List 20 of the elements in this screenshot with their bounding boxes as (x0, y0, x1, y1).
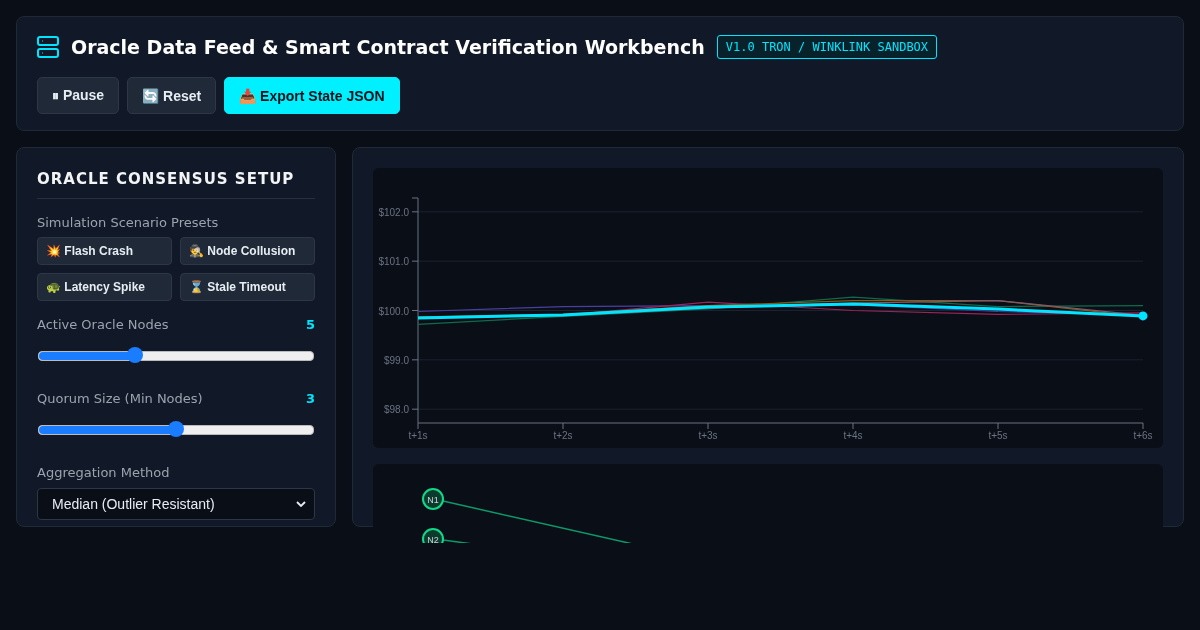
field-label: Aggregation Method (37, 465, 171, 480)
axis-label: t+6s (1133, 430, 1153, 441)
axis-label: $99.0 (383, 354, 409, 366)
axis-label: t+3s (698, 430, 718, 441)
app-title: Oracle Data Feed & Smart Contract Verification Workbench (71, 36, 705, 58)
axis-label: t+4s (843, 430, 863, 441)
axis-label: $102.0 (378, 206, 409, 218)
axis-label: t+2s (553, 430, 573, 441)
axis-label: t+1s (408, 430, 428, 441)
version-badge: V1.0 TRON / WINKLINK SANDBOX (716, 35, 938, 59)
axis-label: $98.0 (383, 404, 409, 416)
axis-label: t+5s (988, 430, 1008, 441)
field-label: Simulation Scenario Presets (37, 215, 220, 230)
field-label: Active Oracle Nodes (37, 317, 169, 332)
axis-label: $100.0 (378, 305, 409, 317)
axis-label: $101.0 (378, 256, 409, 268)
panel-heading: ORACLE CONSENSUS SETUP (37, 170, 315, 199)
slider-value: 3 (305, 391, 315, 406)
slider-value: 5 (305, 317, 315, 332)
field-label: Quorum Size (Min Nodes) (37, 391, 203, 406)
